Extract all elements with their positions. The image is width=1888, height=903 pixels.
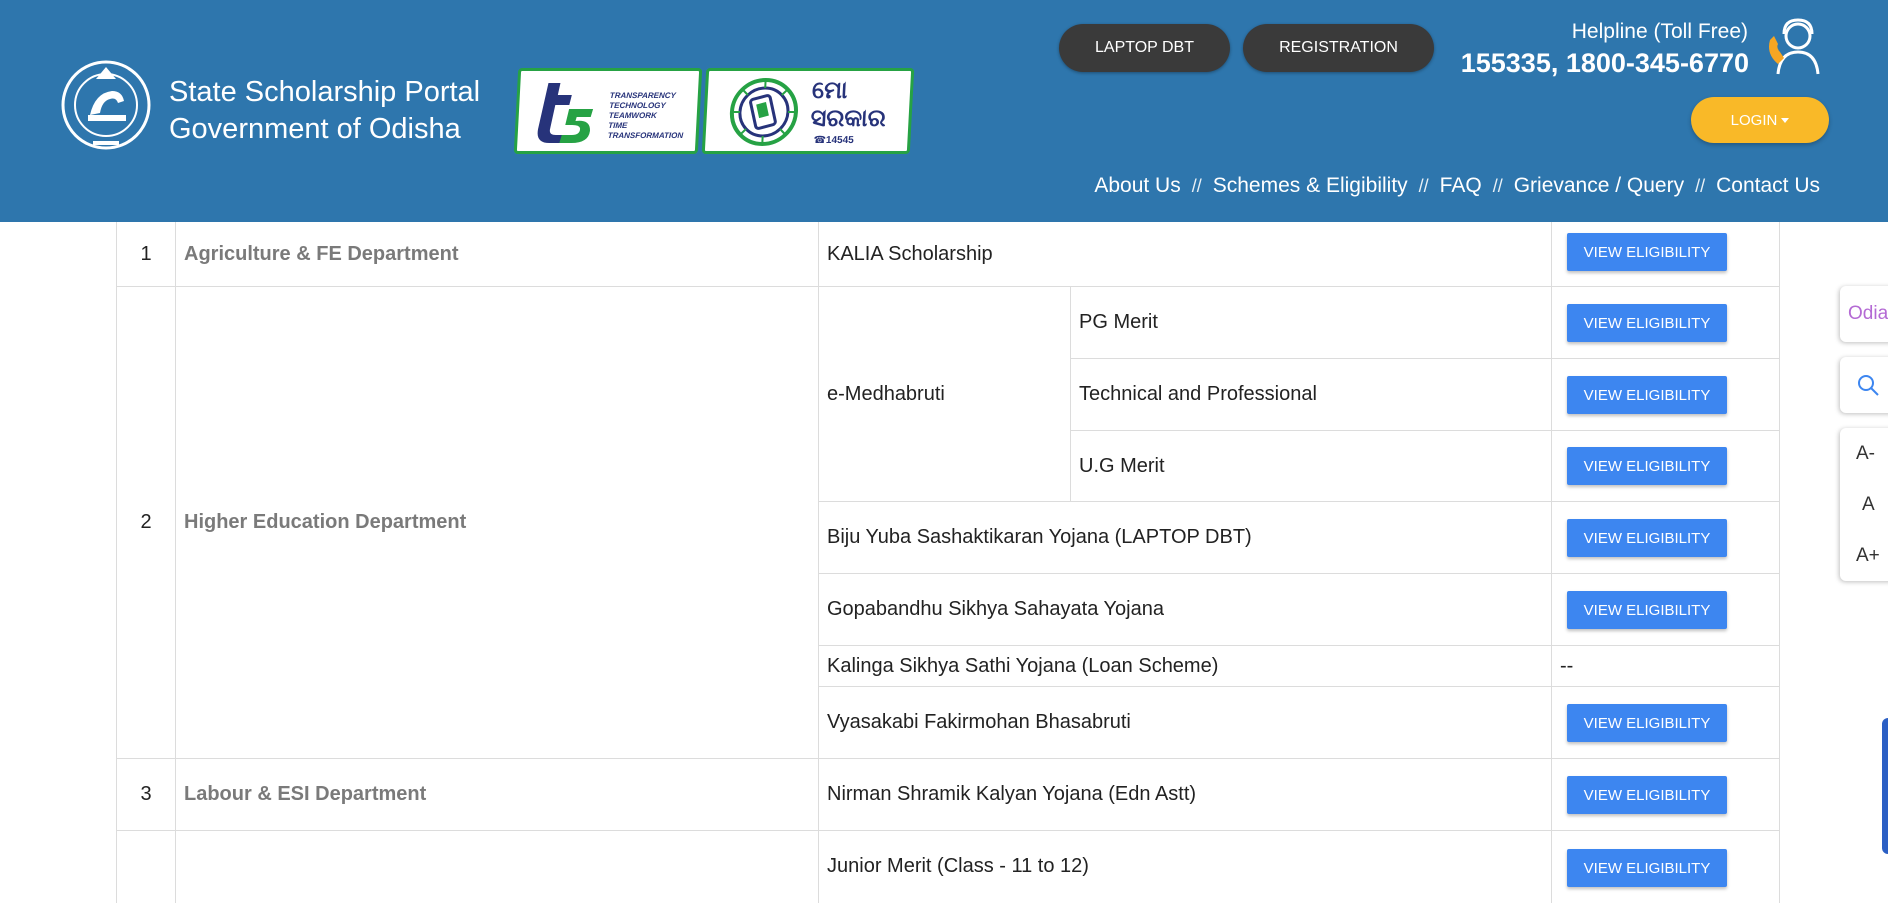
portal-title[interactable]: State Scholarship Portal Government of O… [169, 74, 480, 148]
site-header: State Scholarship Portal Government of O… [0, 0, 1888, 222]
action-cell: VIEW ELIGIBILITY [1552, 502, 1780, 574]
side-panel-edge[interactable] [1882, 718, 1888, 854]
t5-logo[interactable]: TRANSPARENCY TECHNOLOGY TEAMWORK TIME TR… [513, 68, 703, 154]
department-name: Labour & ESI Department [176, 759, 819, 831]
action-cell: VIEW ELIGIBILITY [1552, 687, 1780, 759]
mo-sarkar-logo[interactable]: ମୋ ସରକାର ☎14545 [701, 68, 915, 154]
caret-down-icon [1781, 117, 1790, 123]
view-eligibility-button[interactable]: VIEW ELIGIBILITY [1567, 519, 1727, 557]
view-eligibility-button[interactable]: VIEW ELIGIBILITY [1567, 704, 1727, 742]
sub-scheme-name: PG Merit [1071, 287, 1552, 359]
font-normal-button[interactable]: A [1840, 479, 1888, 530]
view-eligibility-button[interactable]: VIEW ELIGIBILITY [1567, 591, 1727, 629]
nav-separator: // [1492, 175, 1503, 196]
sub-scheme-name: U.G Merit [1071, 431, 1552, 502]
login-dropdown-button[interactable]: LOGIN [1691, 97, 1829, 143]
view-eligibility-button[interactable]: VIEW ELIGIBILITY [1567, 776, 1727, 814]
scheme-name: Biju Yuba Sashaktikaran Yojana (LAPTOP D… [819, 502, 1552, 574]
view-eligibility-button[interactable]: VIEW ELIGIBILITY [1567, 447, 1727, 485]
row-number: 3 [116, 759, 176, 831]
nav-about-us[interactable]: About Us [1094, 174, 1180, 198]
scheme-name: Vyasakabi Fakirmohan Bhasabruti [819, 687, 1552, 759]
odisha-emblem-icon [61, 60, 151, 150]
font-decrease-button[interactable]: A- [1840, 428, 1888, 479]
language-toggle-odia[interactable]: Odia [1840, 286, 1888, 342]
row-number: 2 [116, 287, 176, 759]
portal-title-line2: Government of Odisha [169, 113, 461, 145]
nav-schemes-eligibility[interactable]: Schemes & Eligibility [1213, 174, 1408, 198]
mo-sarkar-text: ମୋ ସରକାର [809, 77, 887, 132]
scheme-name: Junior Merit (Class - 11 to 12) [819, 831, 1552, 903]
login-label: LOGIN [1730, 111, 1778, 129]
helpline-support-icon [1769, 18, 1820, 75]
no-action-text: -- [1552, 646, 1780, 687]
search-icon [1858, 375, 1879, 396]
action-cell: VIEW ELIGIBILITY [1552, 287, 1780, 359]
scheme-name: Nirman Shramik Kalyan Yojana (Edn Astt) [819, 759, 1552, 831]
t5-tagline: TRANSPARENCY TECHNOLOGY TEAMWORK TIME TR… [607, 91, 684, 140]
nav-grievance-query[interactable]: Grievance / Query [1514, 174, 1684, 198]
row-number [116, 831, 176, 903]
sub-scheme-name: Technical and Professional [1071, 359, 1552, 431]
nav-faq[interactable]: FAQ [1440, 174, 1482, 198]
nav-separator: // [1191, 175, 1202, 196]
nav-separator: // [1418, 175, 1429, 196]
action-cell: VIEW ELIGIBILITY [1552, 222, 1780, 287]
view-eligibility-button[interactable]: VIEW ELIGIBILITY [1567, 304, 1727, 342]
department-name: Agriculture & FE Department [176, 222, 819, 287]
row-number: 1 [116, 222, 176, 287]
font-size-controls: A- A A+ [1840, 428, 1888, 581]
action-cell: VIEW ELIGIBILITY [1552, 574, 1780, 646]
nav-contact-us[interactable]: Contact Us [1716, 174, 1820, 198]
mo-sarkar-wheel-icon [729, 78, 798, 146]
helpline-label: Helpline (Toll Free) [1571, 20, 1748, 43]
registration-button[interactable]: REGISTRATION [1243, 24, 1434, 72]
action-cell: VIEW ELIGIBILITY [1552, 359, 1780, 431]
mo-sarkar-number: ☎14545 [813, 135, 855, 146]
t5-mark-icon [537, 83, 594, 143]
scheme-name: Kalinga Sikhya Sathi Yojana (Loan Scheme… [819, 646, 1552, 687]
nav-separator: // [1695, 175, 1706, 196]
helpline-number: 155335, 1800-345-6770 [1460, 48, 1749, 78]
action-cell: VIEW ELIGIBILITY [1552, 431, 1780, 502]
action-cell: VIEW ELIGIBILITY [1552, 831, 1780, 903]
scheme-group-name: e-Medhabruti [819, 287, 1071, 502]
department-name [176, 831, 819, 903]
view-eligibility-button[interactable]: VIEW ELIGIBILITY [1567, 376, 1727, 414]
scheme-name: Gopabandhu Sikhya Sahayata Yojana [819, 574, 1552, 646]
search-toggle[interactable] [1840, 357, 1888, 413]
portal-title-line1: State Scholarship Portal [169, 76, 481, 108]
action-cell: VIEW ELIGIBILITY [1552, 759, 1780, 831]
main-nav: About Us // Schemes & Eligibility // FAQ… [1070, 174, 1820, 198]
font-increase-button[interactable]: A+ [1840, 530, 1888, 581]
scheme-name: KALIA Scholarship [819, 222, 1552, 287]
view-eligibility-button[interactable]: VIEW ELIGIBILITY [1567, 233, 1727, 271]
laptop-dbt-button[interactable]: LAPTOP DBT [1059, 24, 1230, 72]
department-name: Higher Education Department [176, 287, 819, 759]
view-eligibility-button[interactable]: VIEW ELIGIBILITY [1567, 849, 1727, 887]
